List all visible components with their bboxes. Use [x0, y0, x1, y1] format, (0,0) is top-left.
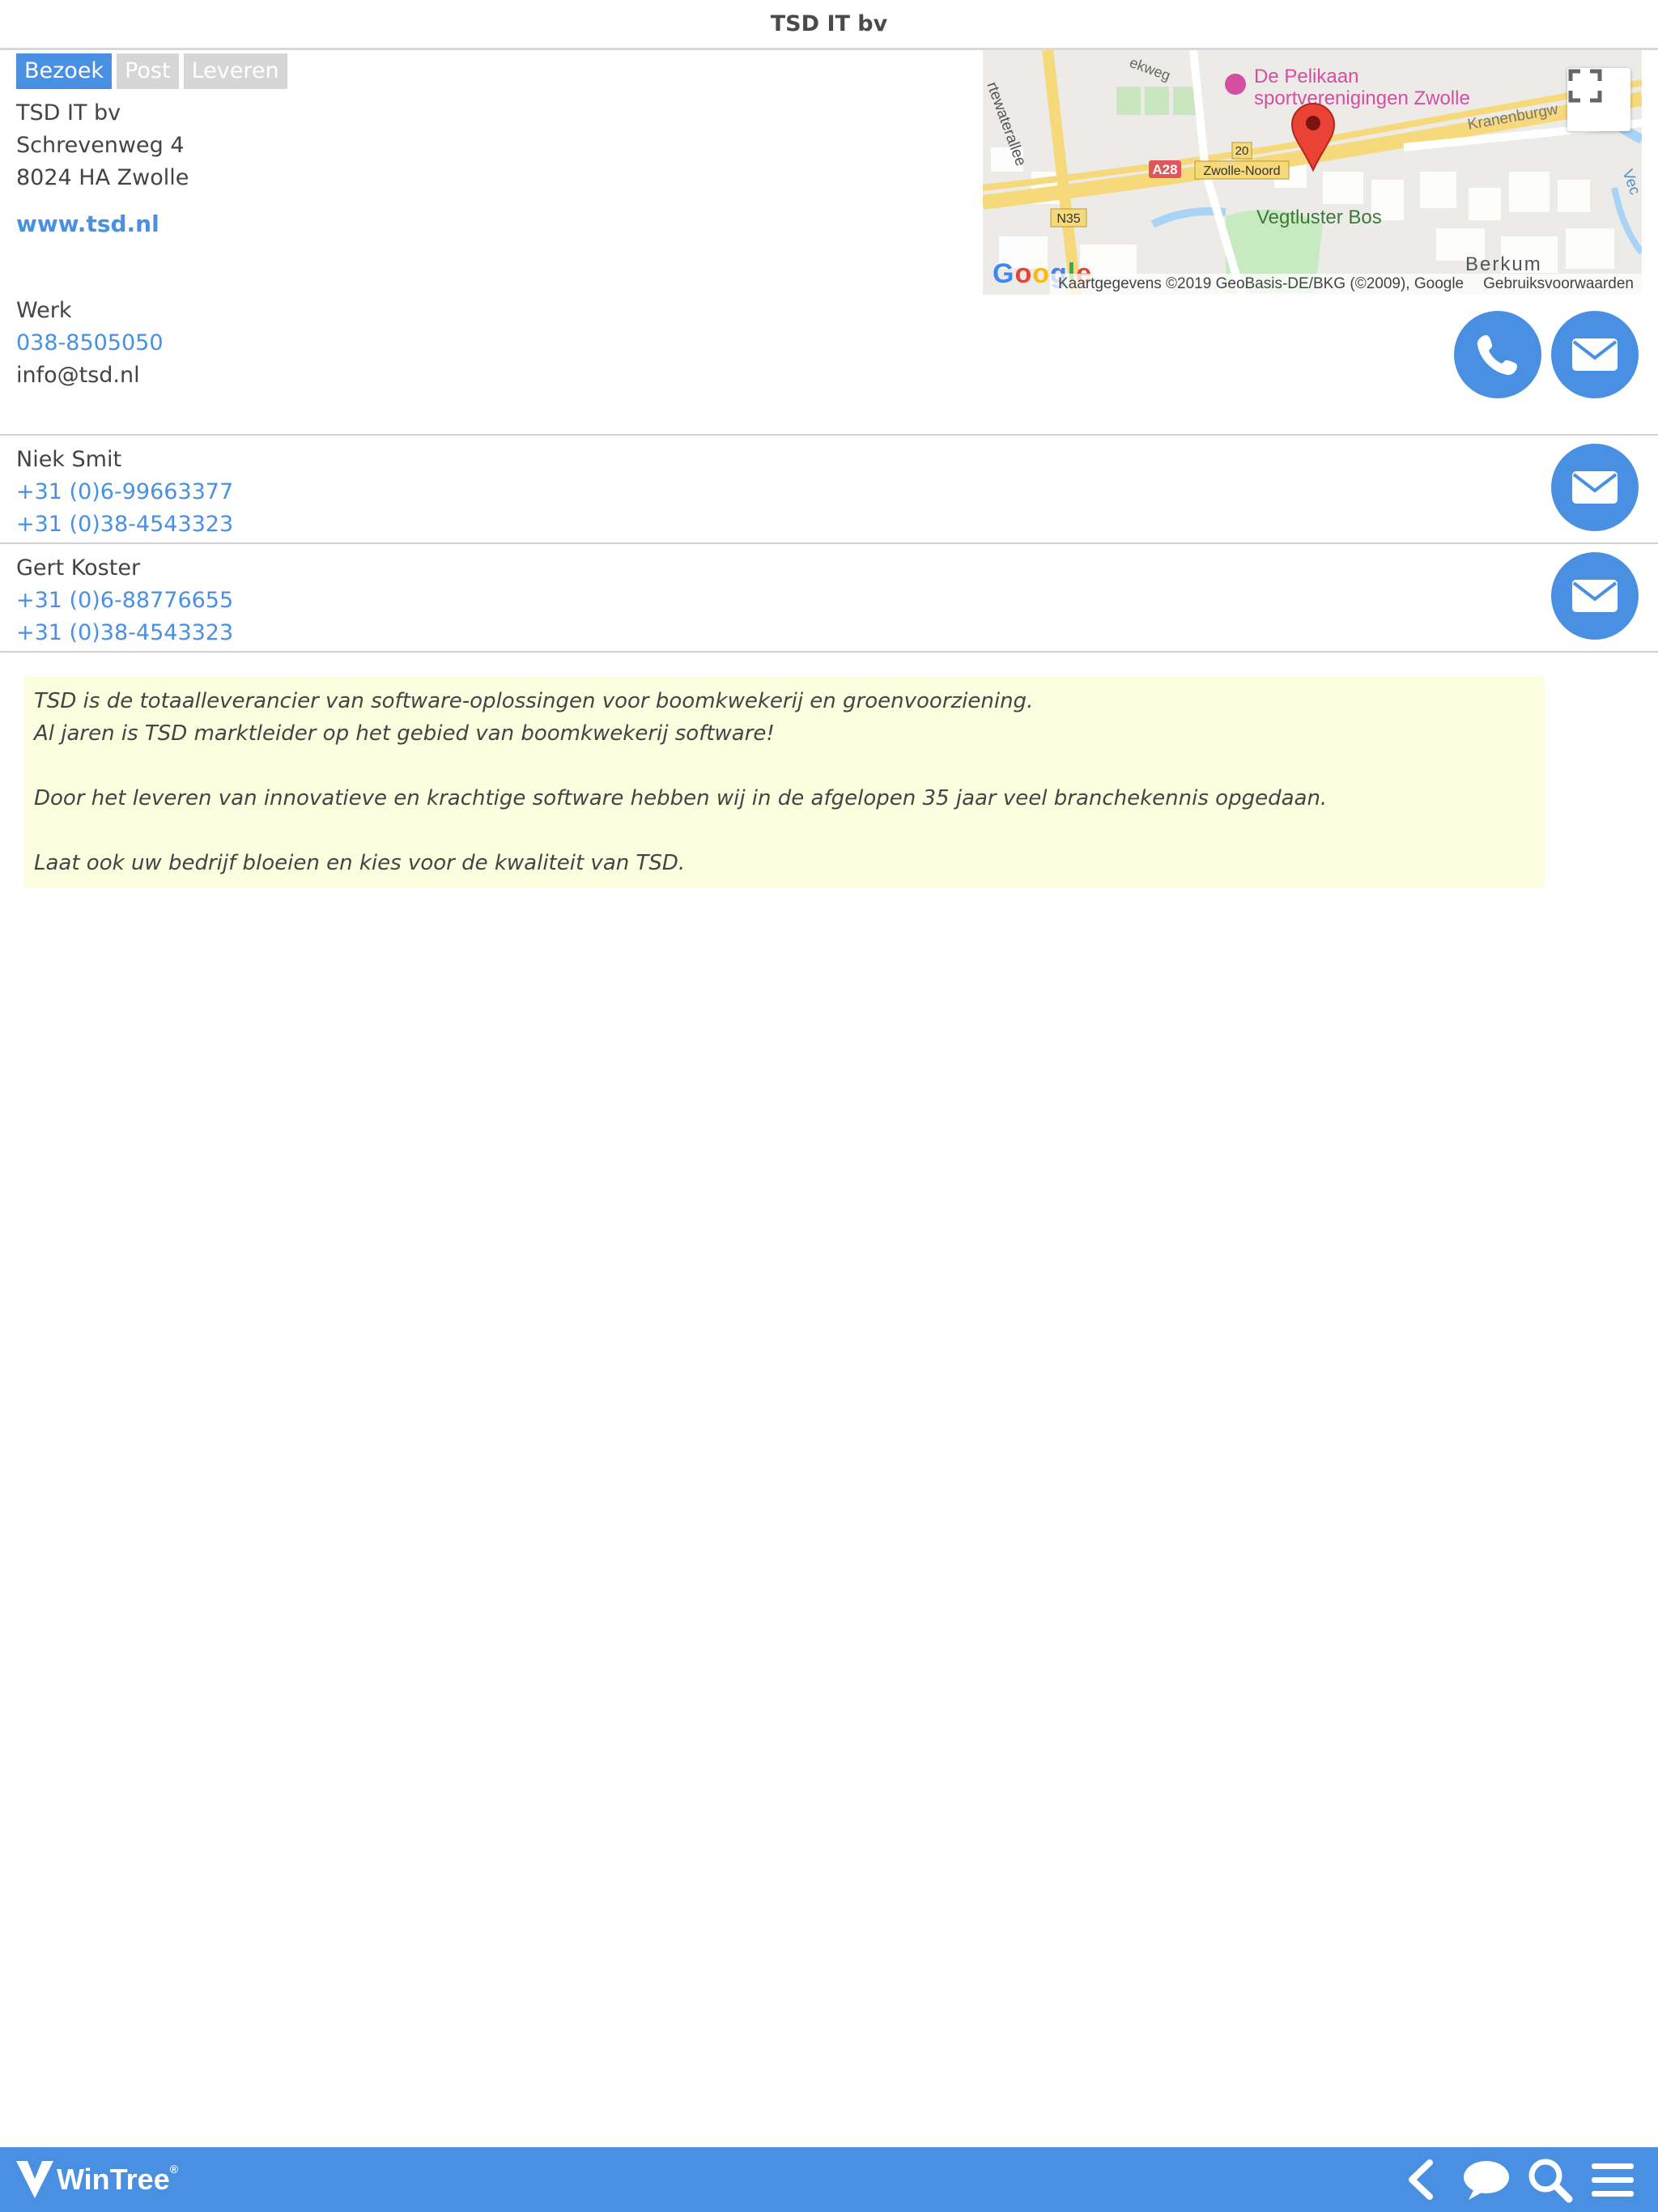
website-link[interactable]: www.tsd.nl: [16, 211, 159, 237]
chat-button[interactable]: [1462, 2155, 1511, 2204]
tab-leveren[interactable]: Leveren: [183, 53, 287, 89]
contact-phone-link[interactable]: +31 (0)38-4543323: [16, 508, 233, 541]
werk-label: Werk: [16, 298, 72, 323]
werk-block: Werk 038-8505050 info@tsd.nl: [16, 295, 164, 392]
map-label-poi-1: De Pelikaan: [1254, 66, 1358, 87]
fullscreen-button[interactable]: [1567, 68, 1630, 131]
map-label-park: Vegtluster Bos: [1256, 206, 1382, 228]
tab-post[interactable]: Post: [117, 53, 179, 89]
divider: [0, 651, 1658, 653]
werk-email: info@tsd.nl: [16, 363, 140, 388]
menu-icon: [1592, 2163, 1634, 2197]
search-icon: [1528, 2159, 1573, 2203]
map-label-exit: 20: [1235, 144, 1249, 158]
werk-phone-link[interactable]: 038-8505050: [16, 327, 164, 359]
contact-mobile-link[interactable]: +31 (0)6-88776655: [16, 585, 233, 617]
map-credit: Kaartgegevens ©2019 GeoBasis-DE/BKG (©20…: [1049, 274, 1642, 295]
envelope-icon: [1572, 580, 1618, 612]
call-button[interactable]: [1454, 311, 1541, 398]
about-note: TSD is de totaalleverancier van software…: [24, 677, 1545, 887]
contact-mobile-link[interactable]: +31 (0)6-99663377: [16, 476, 233, 508]
map-label-a28: A28: [1152, 162, 1177, 177]
map-label-n35: N35: [1056, 212, 1080, 226]
map-attribution: Kaartgegevens ©2019 GeoBasis-DE/BKG (©20…: [1057, 275, 1465, 292]
map-label-district: Berkum: [1465, 253, 1542, 275]
map-label-poi-2: sportverenigingen Zwolle: [1254, 87, 1470, 109]
contact-card: Niek Smit +31 (0)6-99663377 +31 (0)38-45…: [16, 444, 233, 541]
back-button[interactable]: [1396, 2155, 1444, 2204]
divider: [0, 542, 1658, 544]
street: Schrevenweg 4: [16, 133, 185, 158]
company-name: TSD IT bv: [16, 100, 121, 125]
contact-email-button[interactable]: [1551, 552, 1639, 640]
brand-logo: WinTree®: [15, 2150, 178, 2209]
bottom-toolbar: WinTree®: [0, 2147, 1658, 2212]
phone-icon: [1477, 335, 1517, 376]
address-block: TSD IT bv Schrevenweg 4 8024 HA Zwolle: [16, 97, 189, 194]
contact-name: Gert Koster: [16, 555, 141, 581]
chat-icon: [1464, 2161, 1509, 2200]
contact-email-button[interactable]: [1551, 444, 1639, 531]
about-line: Door het leveren van innovatieve en krac…: [34, 786, 1328, 810]
about-line: TSD is de totaalleverancier van software…: [34, 689, 1034, 713]
map-terms-link[interactable]: Gebruiksvoorwaarden: [1483, 274, 1634, 295]
about-line: Al jaren is TSD marktleider op het gebie…: [34, 721, 775, 746]
search-button[interactable]: [1525, 2155, 1574, 2204]
address-tabs: Bezoek Post Leveren: [16, 53, 287, 89]
menu-button[interactable]: [1588, 2155, 1637, 2204]
contact-card: Gert Koster +31 (0)6-88776655 +31 (0)38-…: [16, 552, 233, 649]
hotel-icon: [1225, 74, 1246, 95]
wintree-logo-icon: [16, 2161, 53, 2198]
contact-phone-link[interactable]: +31 (0)38-4543323: [16, 617, 233, 649]
fullscreen-icon: [1568, 69, 1602, 103]
divider: [0, 434, 1658, 436]
about-line: Laat ook uw bedrijf bloeien en kies voor…: [34, 851, 686, 875]
title-bar: TSD IT bv: [0, 0, 1658, 50]
envelope-icon: [1572, 471, 1618, 504]
page-title: TSD IT bv: [770, 11, 888, 36]
brand-name: WinTree®: [57, 2163, 179, 2196]
map[interactable]: A28 20 Zwolle-Noord N35 Vegtluster Bos B…: [983, 50, 1642, 295]
map-label-exit-name: Zwolle-Noord: [1203, 164, 1280, 178]
email-button[interactable]: [1551, 311, 1639, 398]
city: 8024 HA Zwolle: [16, 165, 189, 190]
tab-bezoek[interactable]: Bezoek: [16, 53, 113, 89]
envelope-icon: [1572, 338, 1618, 371]
contact-name: Niek Smit: [16, 447, 122, 472]
back-icon: [1409, 2159, 1433, 2200]
